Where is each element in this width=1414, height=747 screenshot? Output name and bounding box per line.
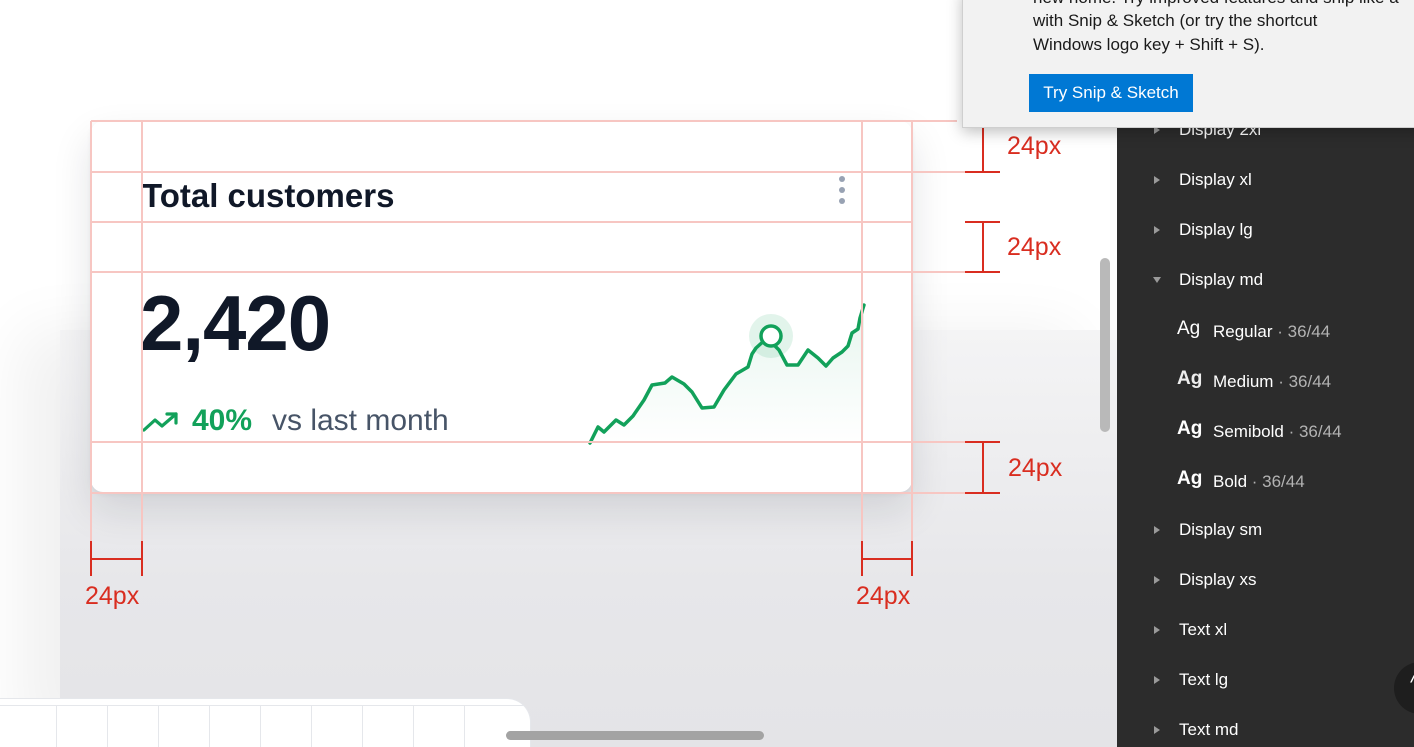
layer-item-display-md[interactable]: Display md [1117,261,1414,301]
layer-item-text-lg[interactable]: Text lg [1117,661,1414,701]
caret-right-icon [1154,226,1160,234]
trend-comparison-label: vs last month [272,404,449,437]
layer-item-label: Display xl [1179,170,1252,189]
design-canvas[interactable]: Total customers 2,420 40% vs last month [0,0,1117,747]
caret-right-icon [1154,176,1160,184]
layer-item-display-xs[interactable]: Display xs [1117,561,1414,601]
style-name: Medium [1213,372,1274,391]
measure-label-row-gap: 24px [1007,233,1062,261]
measure-label-bottom-padding: 24px [1008,454,1063,482]
text-style-semibold[interactable]: Ag Semibold · 36/44 [1117,411,1414,451]
sparkline-highlight-point[interactable] [759,324,783,348]
style-sample-icon: Ag [1177,368,1203,389]
measure-label-top-padding: 24px [1007,132,1062,160]
caret-right-icon [1154,626,1160,634]
caret-right-icon [1154,526,1160,534]
style-sample-icon: Ag [1177,468,1203,489]
layer-item-label: Display md [1179,270,1264,289]
more-vertical-icon[interactable] [836,176,848,210]
layer-item-label: Display xs [1179,570,1257,589]
try-snip-sketch-button[interactable]: Try Snip & Sketch [1029,74,1193,112]
grid-preview-panel [0,698,531,747]
style-spec: · 36/44 [1247,472,1305,491]
layer-item-text-md[interactable]: Text md [1117,711,1414,747]
caret-right-icon [1154,676,1160,684]
snip-sketch-notification: new home. Try improved features and snip… [962,0,1414,128]
style-spec: · 36/44 [1283,422,1342,441]
text-style-bold[interactable]: Ag Bold · 36/44 [1117,461,1414,501]
layer-item-display-xl[interactable]: Display xl [1117,161,1414,201]
style-spec: · 36/44 [1273,372,1332,391]
text-style-medium[interactable]: Ag Medium · 36/44 [1117,361,1414,401]
caret-right-icon [1154,576,1160,584]
text-style-regular[interactable]: Ag Regular · 36/44 [1117,311,1414,351]
horizontal-scrollbar[interactable] [506,731,764,740]
notification-text-line-3: Windows logo key + Shift + S). [1033,35,1265,54]
chevron-up-icon: ^ [1410,672,1414,695]
style-name: Regular [1213,322,1273,341]
trending-up-icon [142,412,178,432]
measure-label-left-padding: 24px [85,582,140,610]
sparkline-chart [588,303,866,445]
layer-item-label: Text lg [1179,670,1229,689]
style-name: Semibold [1213,422,1284,441]
metric-value: 2,420 [140,279,331,367]
style-name: Bold [1213,472,1248,491]
layer-item-label: Text md [1179,720,1239,739]
notification-text-line-1: new home. Try improved features and snip… [1033,0,1399,8]
layer-item-label: Display lg [1179,220,1253,239]
style-sample-icon: Ag [1177,318,1201,339]
sparkline-area [590,305,864,443]
layer-item-display-sm[interactable]: Display sm [1117,511,1414,551]
style-sample-icon: Ag [1177,418,1203,439]
layer-item-text-xl[interactable]: Text xl [1117,611,1414,651]
layer-item-display-lg[interactable]: Display lg [1117,211,1414,251]
layer-item-label: Text xl [1179,620,1228,639]
layer-item-label: Display sm [1179,520,1263,539]
card-title: Total customers [142,177,395,214]
caret-down-icon [1153,277,1161,283]
trend-percentage: 40% [192,404,253,437]
caret-right-icon [1154,726,1160,734]
notification-text-line-2: with Snip & Sketch (or try the shortcut [1033,11,1318,30]
measure-label-right-padding: 24px [856,582,911,610]
vertical-scrollbar[interactable] [1100,258,1110,432]
style-spec: · 36/44 [1272,322,1331,341]
